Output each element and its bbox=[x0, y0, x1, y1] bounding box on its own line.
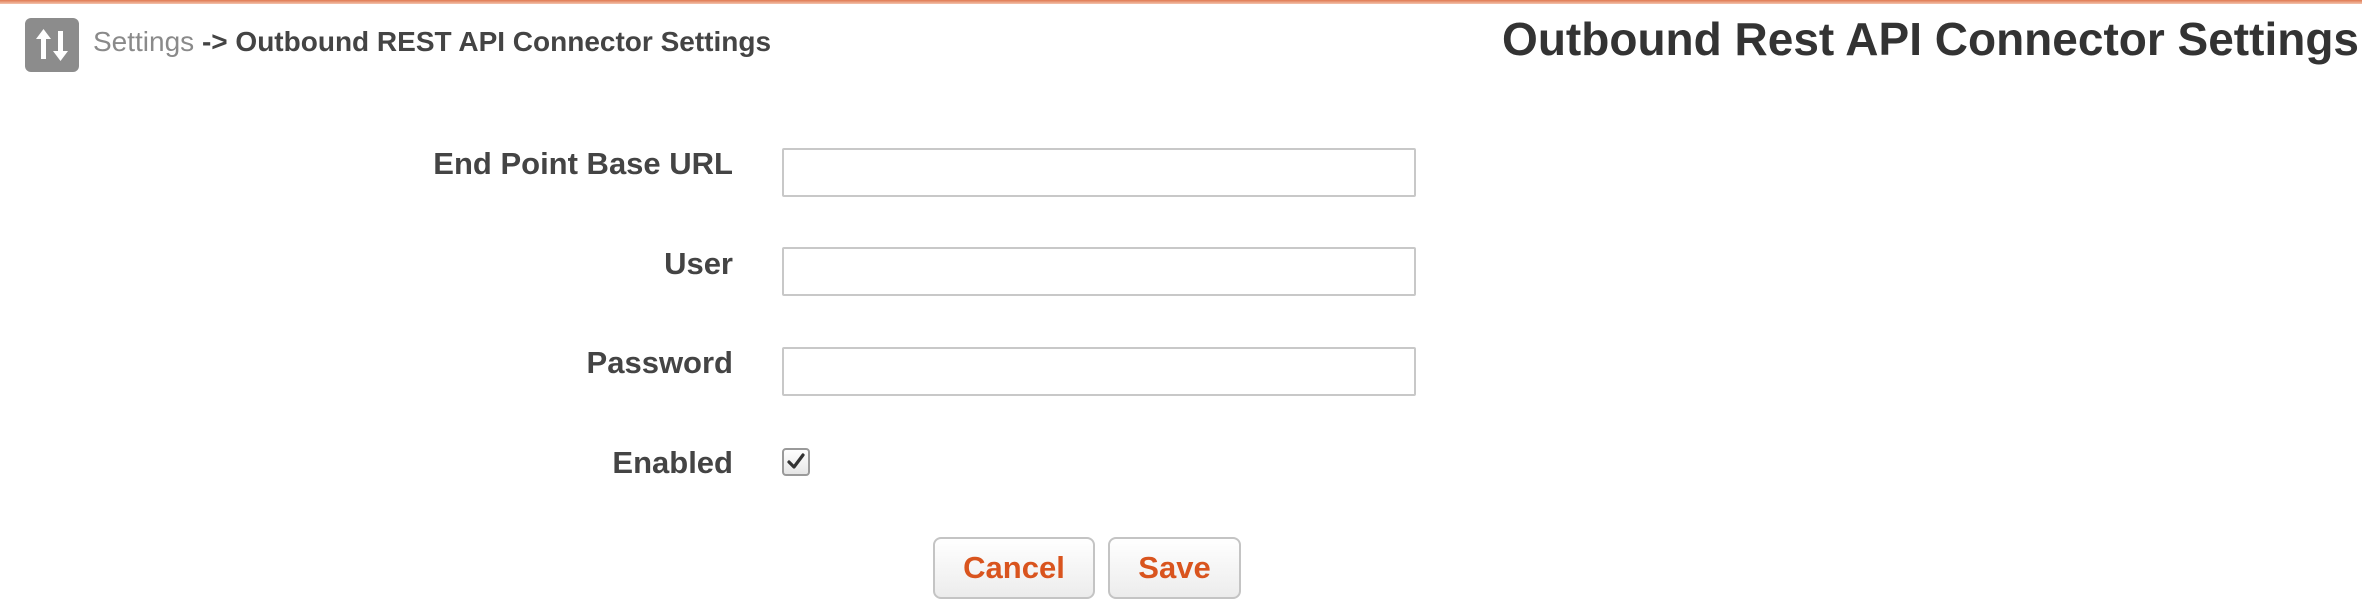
page-title: Outbound Rest API Connector Settings bbox=[1502, 13, 2359, 65]
breadcrumb-current: Outbound REST API Connector Settings bbox=[235, 26, 772, 57]
checkmark-icon bbox=[787, 453, 805, 469]
save-button[interactable]: Save bbox=[1108, 537, 1241, 599]
password-label: Password bbox=[586, 345, 733, 380]
password-input[interactable] bbox=[782, 347, 1416, 396]
breadcrumb: Settings -> Outbound REST API Connector … bbox=[93, 26, 771, 58]
user-input[interactable] bbox=[782, 247, 1416, 296]
settings-page: Settings -> Outbound REST API Connector … bbox=[0, 0, 2362, 615]
breadcrumb-settings-link[interactable]: Settings bbox=[93, 26, 194, 57]
sort-arrows-icon[interactable] bbox=[25, 18, 79, 72]
endpoint-url-label: End Point Base URL bbox=[433, 146, 733, 181]
breadcrumb-separator: -> bbox=[201, 26, 228, 57]
top-accent-bar bbox=[0, 0, 2362, 4]
cancel-button[interactable]: Cancel bbox=[933, 537, 1095, 599]
user-label: User bbox=[664, 246, 733, 281]
endpoint-url-input[interactable] bbox=[782, 148, 1416, 197]
enabled-checkbox[interactable] bbox=[782, 448, 810, 476]
enabled-label: Enabled bbox=[612, 445, 733, 480]
